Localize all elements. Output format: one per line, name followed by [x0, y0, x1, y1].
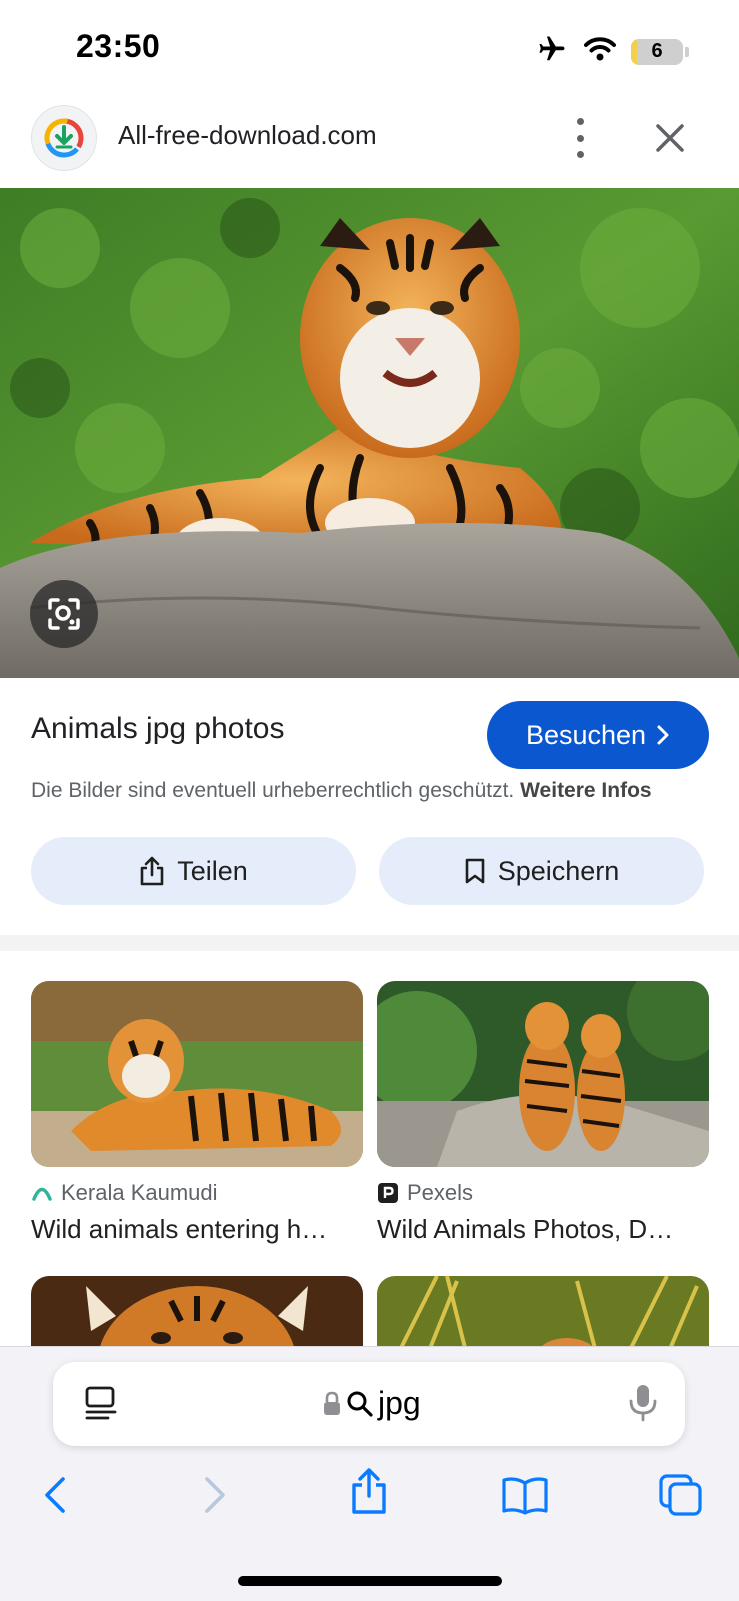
airplane-icon [535, 34, 569, 69]
preview-image[interactable] [0, 188, 739, 678]
forward-icon [205, 1477, 225, 1513]
copyright-notice: Die Bilder sind eventuell urheberrechtli… [31, 779, 652, 803]
voice-search-button[interactable] [628, 1383, 658, 1428]
result-image-2[interactable] [377, 981, 709, 1167]
share-button[interactable]: Teilen [31, 837, 356, 905]
wifi-icon [583, 35, 617, 68]
result-image-4[interactable] [377, 1276, 709, 1356]
result-title-1[interactable]: Wild animals entering h… [31, 1214, 363, 1245]
bookmarks-button[interactable] [500, 1470, 550, 1520]
result-image-3[interactable] [31, 1276, 363, 1356]
visit-button[interactable]: Besuchen [487, 701, 709, 769]
share-page-button[interactable] [344, 1466, 394, 1516]
reader-button[interactable] [84, 1385, 118, 1426]
more-vert-icon[interactable] [565, 118, 595, 158]
forward-button[interactable] [190, 1470, 240, 1520]
search-icon [347, 1391, 373, 1417]
lock-icon [324, 1391, 340, 1415]
microphone-icon [629, 1385, 657, 1422]
lens-button[interactable] [30, 580, 98, 648]
result-source-1[interactable]: Kerala Kaumudi [31, 1180, 218, 1206]
more-info-link[interactable]: Weitere Infos [520, 779, 651, 802]
result-source-2[interactable]: Pexels [377, 1180, 473, 1206]
bookmark-icon [465, 858, 485, 884]
home-indicator [238, 1576, 502, 1586]
back-button[interactable] [30, 1470, 80, 1520]
share-icon [140, 856, 164, 886]
status-time: 23:50 [76, 28, 161, 64]
url-query: jpg [378, 1385, 421, 1421]
pexels-logo-icon [378, 1183, 398, 1203]
status-icons: 6 [535, 34, 689, 69]
battery-indicator: 6 [631, 38, 683, 65]
section-divider [0, 935, 739, 951]
reader-icon [85, 1386, 117, 1420]
tabs-button[interactable] [656, 1470, 706, 1520]
battery-level: 6 [651, 40, 663, 62]
result-image-1[interactable] [31, 981, 363, 1167]
image-title: Animals jpg photos [31, 712, 285, 745]
url-display[interactable]: jpg [322, 1385, 421, 1422]
bookmarks-icon [502, 1477, 548, 1515]
site-favicon[interactable] [31, 105, 97, 171]
favicon-download-icon [44, 118, 84, 158]
share-icon [352, 1468, 386, 1514]
visit-button-label: Besuchen [525, 719, 647, 750]
result-title-2[interactable]: Wild Animals Photos, D… [377, 1214, 709, 1245]
site-name[interactable]: All-free-download.com [118, 120, 377, 151]
battery-icon: 6 [631, 38, 689, 65]
chevron-right-icon [657, 725, 669, 745]
result-source-name: Pexels [407, 1180, 474, 1205]
result-source-name: Kerala Kaumudi [61, 1180, 218, 1205]
share-label: Teilen [177, 855, 248, 886]
lens-search-icon [48, 598, 80, 630]
close-icon [656, 124, 684, 152]
tabs-icon [659, 1474, 702, 1516]
copyright-text: Die Bilder sind eventuell urheberrechtli… [31, 779, 515, 802]
close-button[interactable] [650, 118, 690, 158]
kerala-kaumudi-logo-icon [32, 1187, 52, 1201]
save-label: Speichern [497, 855, 620, 886]
back-icon [45, 1477, 65, 1513]
save-button[interactable]: Speichern [379, 837, 704, 905]
